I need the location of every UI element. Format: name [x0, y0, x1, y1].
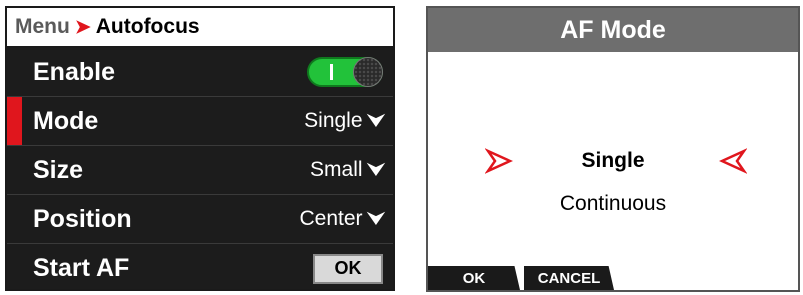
dialog-body: Single Continuous	[428, 52, 798, 268]
chevron-right-icon: ➤	[74, 16, 91, 38]
breadcrumb-menu[interactable]: Menu	[15, 15, 70, 39]
chevron-down-icon: ⮟	[367, 111, 385, 130]
menu-row-size[interactable]: Size Small ⮟	[7, 146, 393, 195]
chevron-down-icon: ⮟	[367, 160, 385, 179]
row-value: Center	[299, 207, 363, 230]
row-label: Position	[33, 204, 132, 233]
row-value: Single	[304, 109, 363, 132]
size-dropdown[interactable]: Small ⮟	[310, 158, 385, 182]
selection-arrow-right-icon	[719, 148, 747, 174]
dialog-ok-button[interactable]: OK	[428, 266, 520, 290]
start-af-ok-button[interactable]: OK	[313, 253, 383, 284]
dialog-cancel-button[interactable]: CANCEL	[524, 266, 614, 290]
menu-row-enable[interactable]: Enable	[7, 48, 393, 97]
toggle-knob	[353, 57, 383, 87]
breadcrumb: Menu ➤ Autofocus	[7, 8, 393, 48]
screen: Menu ➤ Autofocus Enable Mode Single ⮟ Si…	[0, 0, 803, 295]
menu-row-start-af[interactable]: Start AF OK	[7, 244, 393, 289]
chevron-down-icon: ⮟	[367, 209, 385, 228]
menu-row-position[interactable]: Position Center ⮟	[7, 195, 393, 244]
row-label: Size	[33, 155, 84, 184]
dialog-footer: OK CANCEL	[428, 266, 798, 290]
menu-row-mode[interactable]: Mode Single ⮟	[7, 97, 393, 146]
option-continuous[interactable]: Continuous	[428, 192, 798, 216]
enable-toggle[interactable]	[307, 57, 383, 87]
row-value: Small	[310, 158, 363, 181]
row-label: Mode	[33, 106, 99, 135]
autofocus-menu-panel: Menu ➤ Autofocus Enable Mode Single ⮟ Si…	[5, 6, 395, 291]
dialog-title: AF Mode	[428, 8, 798, 52]
mode-dropdown[interactable]: Single ⮟	[304, 109, 385, 133]
breadcrumb-current: Autofocus	[95, 15, 200, 38]
position-dropdown[interactable]: Center ⮟	[299, 207, 385, 231]
row-label: Start AF	[33, 254, 130, 282]
selection-indicator	[7, 97, 22, 145]
row-label: Enable	[33, 57, 115, 86]
toggle-on-mark	[330, 64, 333, 80]
af-mode-dialog: AF Mode Single Continuous OK CANCEL	[426, 6, 800, 292]
